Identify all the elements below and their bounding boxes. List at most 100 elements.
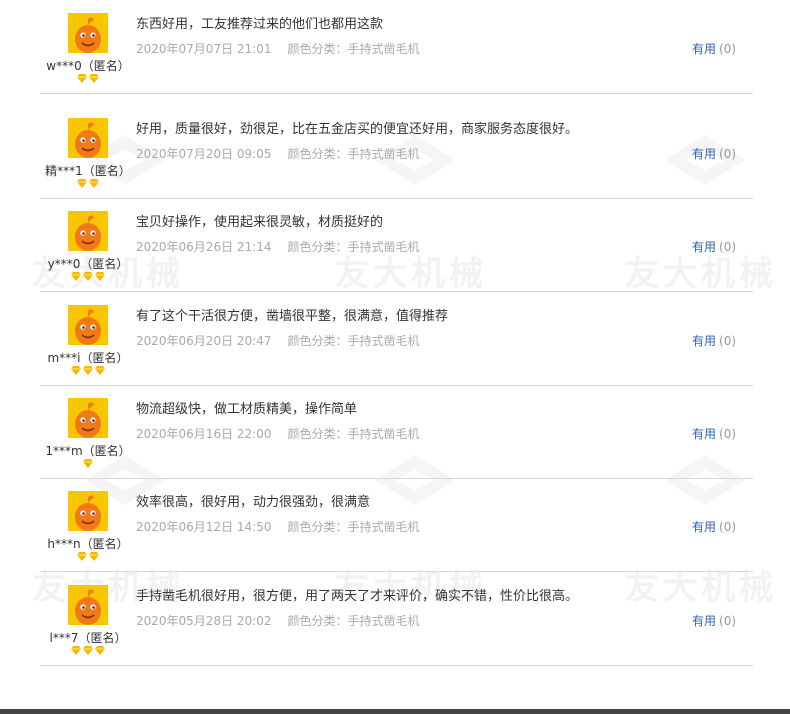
- review-date: 2020年06月12日 14:50: [136, 520, 272, 534]
- sku-info: 颜色分类：手持式凿毛机: [287, 614, 419, 628]
- useful-count: (0): [719, 427, 737, 441]
- diamond-icon: [71, 366, 81, 375]
- avatar[interactable]: [68, 398, 108, 438]
- avatar[interactable]: [68, 585, 108, 625]
- review-item: m***i（匿名） 有了这个干活很方便，凿墙很平整，很满意，值得推荐 2020年06…: [40, 292, 753, 386]
- avatar[interactable]: [68, 118, 108, 158]
- useful-button[interactable]: 有用: [692, 147, 716, 161]
- diamond-icon: [83, 272, 93, 281]
- sku-info: 颜色分类：手持式凿毛机: [287, 147, 419, 161]
- review-date: 2020年07月20日 09:05: [136, 147, 272, 161]
- diamond-icon: [95, 366, 105, 375]
- diamond-icon: [95, 646, 105, 655]
- review-meta: 2020年06月12日 14:50 颜色分类：手持式凿毛机: [136, 518, 420, 535]
- review-date: 2020年07月07日 21:01: [136, 42, 272, 56]
- avatar[interactable]: [68, 211, 108, 251]
- useful-vote: 有用 (0): [692, 238, 736, 255]
- sku-label: 颜色分类：: [287, 240, 348, 254]
- review-item: l***7（匿名） 手持凿毛机很好用，很方便，用了两天了才来评价，确实不错，性价比…: [40, 572, 753, 666]
- sku-value: 手持式凿毛机: [347, 520, 420, 534]
- diamond-icon: [83, 646, 93, 655]
- sku-label: 颜色分类：: [287, 614, 348, 628]
- sku-value: 手持式凿毛机: [347, 427, 420, 441]
- diamond-icon: [77, 74, 87, 83]
- useful-count: (0): [719, 614, 737, 628]
- useful-vote: 有用 (0): [692, 40, 736, 57]
- review-text: 东西好用，工友推荐过来的他们也都用这款: [136, 17, 384, 32]
- sku-label: 颜色分类：: [287, 520, 348, 534]
- useful-button[interactable]: 有用: [692, 240, 716, 254]
- reviewer-name: m***i（匿名）: [47, 351, 129, 365]
- useful-vote: 有用 (0): [692, 145, 736, 162]
- review-text: 宝贝好操作，使用起来很灵敏，材质挺好的: [136, 215, 384, 230]
- reviewer-name: y***0（匿名）: [47, 257, 129, 271]
- avatar[interactable]: [68, 13, 108, 53]
- sku-label: 颜色分类：: [287, 334, 348, 348]
- useful-count: (0): [719, 520, 737, 534]
- sku-label: 颜色分类：: [287, 42, 348, 56]
- sku-info: 颜色分类：手持式凿毛机: [287, 427, 419, 441]
- review-meta: 2020年06月26日 21:14 颜色分类：手持式凿毛机: [136, 238, 420, 255]
- review-text: 手持凿毛机很好用，很方便，用了两天了才来评价，确实不错，性价比很高。: [136, 589, 579, 604]
- review-item: 1***m（匿名） 物流超级快，做工材质精美，操作简单 2020年06月16日 22…: [40, 385, 753, 479]
- diamond-icon: [77, 179, 87, 188]
- buyer-level-badges: [40, 646, 136, 655]
- review-item: y***0（匿名） 宝贝好操作，使用起来很灵敏，材质挺好的 2020年06月26日 …: [40, 198, 753, 292]
- review-item: 精***1（匿名） 好用，质量很好，劲很足，比在五金店买的便宜还好用，商家服务态度…: [40, 105, 753, 199]
- useful-vote: 有用 (0): [692, 612, 736, 629]
- useful-vote: 有用 (0): [692, 425, 736, 442]
- reviewer-name: 1***m（匿名）: [45, 444, 131, 458]
- review-item: h***n（匿名） 效率很高，很好用，动力很强劲，很满意 2020年06月12日 1…: [40, 478, 753, 572]
- useful-vote: 有用 (0): [692, 518, 736, 535]
- diamond-icon: [95, 272, 105, 281]
- review-date: 2020年06月26日 21:14: [136, 240, 272, 254]
- review-date: 2020年06月20日 20:47: [136, 334, 272, 348]
- review-text: 好用，质量很好，劲很足，比在五金店买的便宜还好用，商家服务态度很好。: [136, 122, 579, 137]
- review-item: w***0（匿名） 东西好用，工友推荐过来的他们也都用这款 2020年07月07日 …: [40, 0, 753, 94]
- useful-count: (0): [719, 240, 737, 254]
- sku-info: 颜色分类：手持式凿毛机: [287, 334, 419, 348]
- review-meta: 2020年05月28日 20:02 颜色分类：手持式凿毛机: [136, 612, 420, 629]
- review-meta: 2020年06月16日 22:00 颜色分类：手持式凿毛机: [136, 425, 420, 442]
- useful-button[interactable]: 有用: [692, 614, 716, 628]
- review-meta: 2020年07月20日 09:05 颜色分类：手持式凿毛机: [136, 145, 420, 162]
- sku-value: 手持式凿毛机: [347, 240, 420, 254]
- buyer-level-badges: [40, 552, 136, 561]
- useful-button[interactable]: 有用: [692, 42, 716, 56]
- buyer-level-badges: [40, 74, 136, 83]
- useful-button[interactable]: 有用: [692, 334, 716, 348]
- review-date: 2020年06月16日 22:00: [136, 427, 272, 441]
- sku-value: 手持式凿毛机: [347, 147, 420, 161]
- diamond-icon: [77, 552, 87, 561]
- review-meta: 2020年07月07日 21:01 颜色分类：手持式凿毛机: [136, 40, 420, 57]
- avatar[interactable]: [68, 305, 108, 345]
- buyer-level-badges: [40, 179, 136, 188]
- sku-value: 手持式凿毛机: [347, 42, 420, 56]
- reviewer-name: w***0（匿名）: [46, 59, 130, 73]
- diamond-icon: [83, 459, 93, 468]
- review-meta: 2020年06月20日 20:47 颜色分类：手持式凿毛机: [136, 332, 420, 349]
- reviewer-name: h***n（匿名）: [47, 537, 129, 551]
- useful-button[interactable]: 有用: [692, 427, 716, 441]
- useful-button[interactable]: 有用: [692, 520, 716, 534]
- buyer-level-badges: [40, 459, 136, 468]
- bottom-bar: [0, 709, 790, 714]
- sku-info: 颜色分类：手持式凿毛机: [287, 520, 419, 534]
- diamond-icon: [89, 179, 99, 188]
- review-text: 物流超级快，做工材质精美，操作简单: [136, 402, 358, 417]
- sku-label: 颜色分类：: [287, 147, 348, 161]
- sku-value: 手持式凿毛机: [347, 334, 420, 348]
- review-text: 有了这个干活很方便，凿墙很平整，很满意，值得推荐: [136, 309, 449, 324]
- diamond-icon: [89, 552, 99, 561]
- sku-label: 颜色分类：: [287, 427, 348, 441]
- sku-info: 颜色分类：手持式凿毛机: [287, 240, 419, 254]
- review-date: 2020年05月28日 20:02: [136, 614, 272, 628]
- diamond-icon: [83, 366, 93, 375]
- sku-info: 颜色分类：手持式凿毛机: [287, 42, 419, 56]
- diamond-icon: [71, 272, 81, 281]
- reviewer-name: 精***1（匿名）: [45, 164, 131, 178]
- avatar[interactable]: [68, 491, 108, 531]
- diamond-icon: [89, 74, 99, 83]
- useful-count: (0): [719, 147, 737, 161]
- sku-value: 手持式凿毛机: [347, 614, 420, 628]
